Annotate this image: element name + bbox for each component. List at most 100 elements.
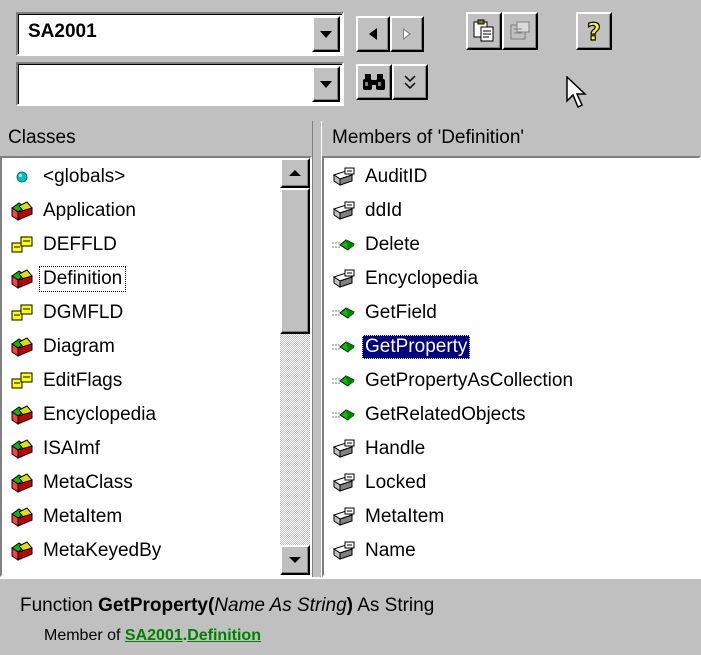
member-of-label: Member of — [44, 627, 125, 644]
member-item-label: GetRelatedObjects — [365, 403, 526, 425]
member-item[interactable]: Encyclopedia — [324, 262, 699, 295]
class-item-label: MetaClass — [43, 471, 133, 493]
member-signature: Function GetProperty(Name As String) As … — [20, 595, 434, 617]
go-forward-button[interactable] — [390, 16, 424, 52]
member-item[interactable]: MetaItem — [324, 500, 699, 533]
method-icon — [332, 233, 356, 257]
classes-scrollbar[interactable] — [280, 158, 310, 575]
chevron-down-icon — [320, 30, 332, 38]
class-item-label: DGMFLD — [43, 301, 124, 323]
class-item[interactable]: Encyclopedia — [2, 398, 278, 431]
svg-text:?: ? — [587, 18, 601, 44]
method-icon — [332, 369, 356, 393]
member-item[interactable]: GetPropertyAsCollection — [324, 364, 699, 397]
member-item-label: Encyclopedia — [365, 267, 479, 289]
property-icon — [332, 267, 356, 291]
copy-to-clipboard-button[interactable] — [466, 12, 502, 50]
class-item[interactable]: DEFFLD — [2, 228, 278, 261]
member-item[interactable]: Name — [324, 534, 699, 567]
class-item[interactable]: EditFlags — [2, 364, 278, 397]
class-item-label: MetaItem — [43, 505, 123, 527]
class-item-label: Encyclopedia — [43, 403, 157, 425]
class-icon — [10, 539, 34, 563]
pane-splitter[interactable] — [312, 121, 322, 577]
class-item[interactable]: MetaKeyedBy — [2, 534, 278, 567]
go-back-button[interactable] — [356, 16, 390, 52]
question-mark-icon: ? — [586, 18, 601, 44]
class-item[interactable]: <globals> — [2, 160, 278, 193]
globe-dot-icon — [10, 165, 34, 189]
class-icon — [10, 335, 34, 359]
class-item[interactable]: ISAImf — [2, 432, 278, 465]
enum-icon — [10, 301, 34, 325]
method-icon — [332, 403, 356, 427]
class-icon — [10, 403, 34, 427]
search-button[interactable] — [356, 64, 392, 100]
enum-icon — [10, 369, 34, 393]
triangle-up-icon — [289, 170, 301, 176]
enum-icon — [10, 233, 34, 257]
help-button[interactable]: ? — [576, 12, 612, 50]
scroll-up-button[interactable] — [280, 158, 310, 188]
class-item[interactable]: MetaItem — [2, 500, 278, 533]
class-item[interactable]: MetaClass — [2, 466, 278, 499]
property-icon — [332, 199, 356, 223]
library-combo-value: SA2001 — [28, 21, 97, 42]
classes-list[interactable]: <globals> Application DEFFLD Definition DGMF… — [0, 156, 312, 577]
member-item[interactable]: AuditID — [324, 160, 699, 193]
scroll-thumb[interactable] — [280, 188, 310, 334]
class-item[interactable]: Definition — [2, 262, 278, 295]
class-item-label: DEFFLD — [43, 233, 117, 255]
triangle-left-icon — [369, 28, 377, 40]
property-icon — [332, 505, 356, 529]
members-rows: AuditID ddId Delete Encyclopedia GetField Get… — [324, 158, 699, 575]
member-item[interactable]: GetRelatedObjects — [324, 398, 699, 431]
library-combo[interactable]: SA2001 — [16, 12, 344, 56]
method-icon — [332, 335, 356, 359]
member-item[interactable]: Delete — [324, 228, 699, 261]
member-item[interactable]: GetProperty — [324, 330, 699, 363]
search-dropdown-button[interactable] — [312, 66, 340, 102]
details-pane: Function GetProperty(Name As String) As … — [0, 577, 701, 655]
member-item-label: MetaItem — [365, 505, 445, 527]
scroll-down-button[interactable] — [280, 545, 310, 575]
library-dropdown-button[interactable] — [312, 16, 340, 52]
class-icon — [10, 505, 34, 529]
property-icon — [332, 471, 356, 495]
member-item[interactable]: Locked — [324, 466, 699, 499]
member-item-label: Locked — [365, 471, 427, 493]
copy-clipboard-icon — [473, 19, 494, 42]
member-item[interactable]: ddId — [324, 194, 699, 227]
class-item-label: <globals> — [43, 165, 126, 187]
double-chevron-down-icon — [404, 75, 416, 90]
member-item-label: GetProperty — [362, 334, 471, 359]
view-definition-button[interactable] — [502, 12, 538, 50]
signature-return: As String — [352, 595, 435, 616]
class-link[interactable]: Definition — [187, 627, 261, 644]
members-list[interactable]: AuditID ddId Delete Encyclopedia GetField Get… — [322, 156, 701, 577]
class-item[interactable]: Application — [2, 194, 278, 227]
member-item-label: AuditID — [365, 165, 428, 187]
mouse-pointer-icon — [566, 76, 587, 109]
view-definition-icon — [510, 21, 530, 40]
member-item[interactable]: Handle — [324, 432, 699, 465]
search-combo[interactable] — [16, 62, 344, 106]
class-item[interactable]: Diagram — [2, 330, 278, 363]
property-icon — [332, 165, 356, 189]
member-item[interactable]: GetField — [324, 296, 699, 329]
class-item[interactable]: DGMFLD — [2, 296, 278, 329]
signature-name: GetProperty( — [98, 595, 215, 616]
members-header: Members of 'Definition' — [332, 127, 525, 148]
class-item-label: EditFlags — [43, 369, 123, 391]
signature-kind: Function — [20, 595, 99, 616]
property-icon — [332, 437, 356, 461]
library-link[interactable]: SA2001 — [125, 627, 183, 644]
show-hide-search-results-button[interactable] — [392, 64, 428, 100]
class-item-label: Diagram — [43, 335, 115, 357]
member-item-label: Name — [365, 539, 416, 561]
class-item-label: Definition — [38, 265, 127, 292]
class-item-label: ISAImf — [43, 437, 101, 459]
signature-params: Name As String — [214, 595, 347, 616]
class-icon — [10, 267, 34, 291]
member-item-label: Delete — [365, 233, 420, 255]
